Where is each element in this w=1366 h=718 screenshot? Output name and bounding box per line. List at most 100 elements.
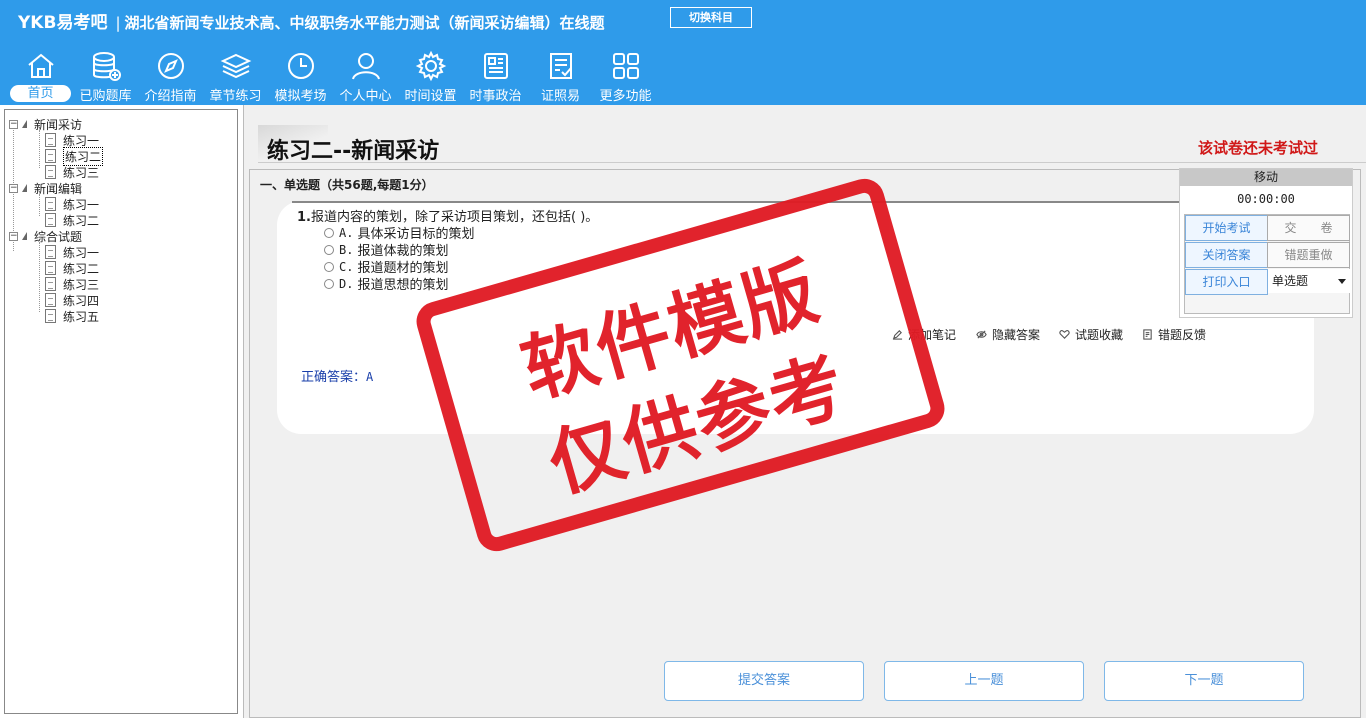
radio-button[interactable] [324,227,334,238]
tree-item[interactable]: 练习五 [45,308,99,324]
top-bar: YKB易考吧 | 湖北省新闻专业技术高、中级职务水平能力测试（新闻采访编辑）在线题 … [0,0,1366,105]
nav-chapter-practice[interactable]: 章节练习 [203,46,268,104]
nav-label: 介绍指南 [144,89,197,104]
nav-purchased[interactable]: 已购题库 [73,46,138,104]
collapse-toggle-icon[interactable]: − [9,119,18,129]
tree-group-editing[interactable]: − 新闻编辑 [9,180,82,196]
tree-item-label: 练习三 [63,165,100,180]
layers-icon [220,53,251,79]
print-entry-button[interactable]: 打印入口 [1185,269,1268,295]
answer-value: A [366,370,374,384]
tree-item-label: 练习二 [63,213,100,228]
app-title: YKB易考吧 | 湖北省新闻专业技术高、中级职务水平能力测试（新闻采访编辑）在线题 [18,8,605,33]
collapse-toggle-icon[interactable]: − [9,231,18,241]
nav-label: 证照易 [540,89,580,104]
left-panel: − 新闻采访 练习一 练习二 练习三 − 新闻编辑 练习一 练习二 − 综合试题 练习… [0,105,244,718]
hide-answer-button[interactable]: 隐藏答案 [976,326,1040,343]
doc-icon [45,133,56,147]
tree-group-label: 新闻编辑 [34,181,83,196]
main-nav: 首页 已购题库 介绍指南 章节练习 模拟考场 个人中心 时间设置 时事政治 证照… [8,46,658,104]
nav-label: 时间设置 [404,89,457,104]
tree-item-label: 练习三 [63,277,100,292]
tree-item[interactable]: 练习二 [45,212,99,228]
exam-status: 该试卷还未考试过 [1198,139,1319,157]
option-letter: D. [339,276,354,291]
error-feedback-button[interactable]: 错题反馈 [1142,326,1206,343]
nav-mock-exam[interactable]: 模拟考场 [268,46,333,104]
chapter-tree-panel: − 新闻采访 练习一 练习二 练习三 − 新闻编辑 练习一 练习二 − 综合试题 练习… [4,109,238,714]
tool-label: 试题收藏 [1075,328,1124,342]
tree-item[interactable]: 练习一 [45,196,99,212]
nav-personal-center[interactable]: 个人中心 [333,46,398,104]
grid-icon [612,53,639,79]
nav-label: 个人中心 [339,89,392,104]
add-note-button[interactable]: 添加笔记 [892,326,956,343]
doc-icon [45,165,56,179]
favorite-question-button[interactable]: 试题收藏 [1059,326,1123,343]
tree-item[interactable]: 练习四 [45,292,99,308]
tool-label: 添加笔记 [908,328,957,342]
nav-time-settings[interactable]: 时间设置 [398,46,463,104]
previous-question-button[interactable]: 上一题 [884,661,1084,701]
switch-subject-button[interactable]: 切换科目 [670,7,752,28]
folder-icon [22,120,27,128]
doc-icon [45,293,56,307]
compass-icon [157,53,184,79]
chevron-down-icon [1338,279,1346,284]
collapse-toggle-icon[interactable]: − [9,183,18,193]
folder-icon [22,184,27,192]
option-letter: A. [339,225,354,240]
tree-item-label: 练习二 [63,261,100,276]
nav-home[interactable]: 首页 [8,46,73,104]
tree-item[interactable]: 练习一 [45,244,99,260]
tree-line [39,242,40,312]
next-question-button[interactable]: 下一题 [1104,661,1304,701]
nav-label: 已购题库 [79,89,132,104]
tree-item[interactable]: 练习三 [45,164,99,180]
nav-label: 模拟考场 [274,89,327,104]
answer-label: 正确答案： [301,370,367,385]
page-title: 练习二--新闻采访 [267,139,440,164]
tree-item[interactable]: 练习二 [45,260,99,276]
submit-paper-button[interactable]: 交 卷 [1267,215,1350,241]
radio-button[interactable] [324,261,334,272]
start-exam-button[interactable]: 开始考试 [1185,215,1268,241]
question-number: 1. [297,210,311,225]
nav-current-affairs[interactable]: 时事政治 [463,46,528,104]
radio-button[interactable] [324,244,334,255]
redo-wrong-button[interactable]: 错题重做 [1267,242,1350,268]
nav-guide[interactable]: 介绍指南 [138,46,203,104]
nav-more[interactable]: 更多功能 [593,46,658,104]
tree-group-comprehensive[interactable]: − 综合试题 [9,228,82,244]
nav-certificate[interactable]: 证照易 [528,46,593,104]
tree-item-selected[interactable]: 练习二 [45,146,104,166]
tool-label: 隐藏答案 [992,328,1041,342]
submit-answer-button[interactable]: 提交答案 [664,661,864,701]
option-letter: B. [339,242,354,257]
eye-off-icon [976,330,987,339]
doc-icon [45,309,56,323]
tree-item[interactable]: 练习三 [45,276,99,292]
user-icon [351,53,380,80]
brand-logo: YKB易考吧 [18,13,108,33]
tree-item-label: 练习四 [63,293,100,308]
close-answer-button[interactable]: 关闭答案 [1185,242,1268,268]
tree-group-label: 综合试题 [34,229,83,244]
feedback-icon [1143,329,1152,340]
tree-group-interview[interactable]: − 新闻采访 [9,116,82,132]
option-d[interactable]: D. 报道思想的策划 [324,274,448,293]
news-icon [483,53,508,79]
home-icon [27,53,54,78]
title-separator: | [115,14,121,32]
radio-button[interactable] [324,278,334,289]
document-check-icon [549,53,572,79]
tool-label: 错题反馈 [1158,328,1207,342]
title-divider [258,162,1366,163]
correct-answer: 正确答案：A [301,366,373,385]
question-type-select[interactable]: 单选题 [1268,269,1350,293]
doc-icon [45,277,56,291]
nav-label: 章节练习 [209,89,262,104]
tree-item-label: 练习一 [63,197,100,212]
panel-drag-handle[interactable]: 移动 [1180,169,1352,186]
tree-item-label: 练习一 [63,245,100,260]
